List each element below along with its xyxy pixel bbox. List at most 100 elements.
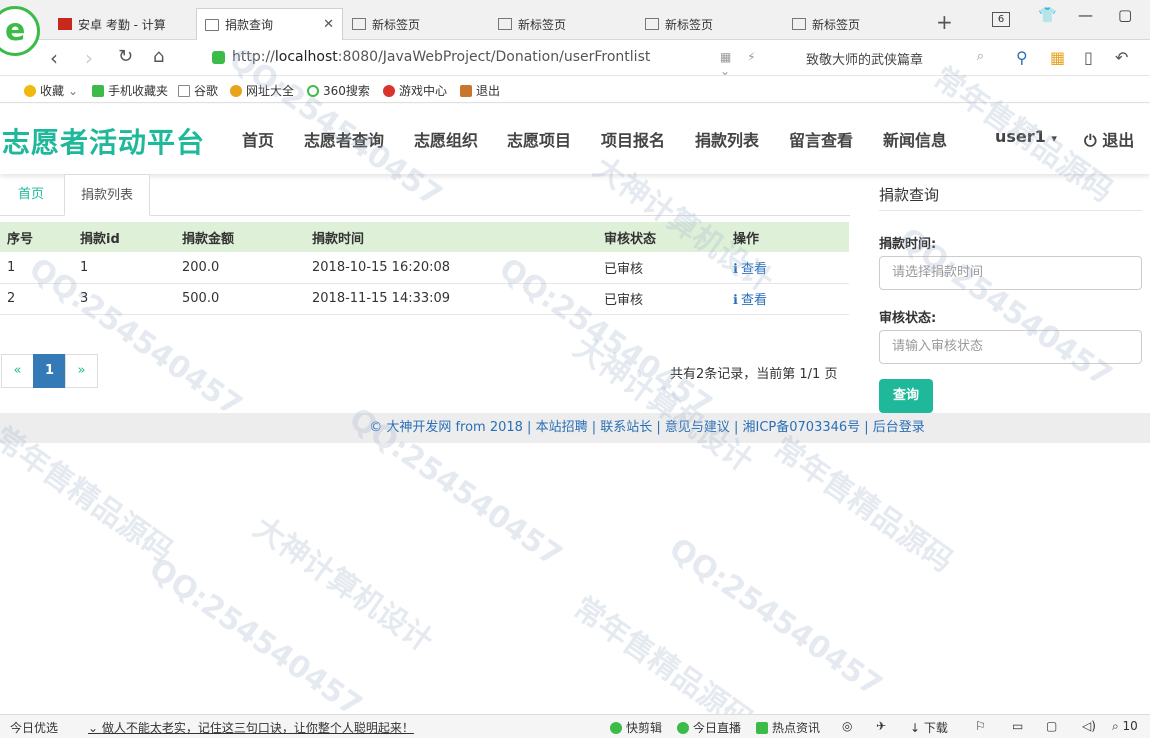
query-button[interactable]: 查询 [879, 379, 933, 413]
tab-count-badge[interactable]: 6 [992, 12, 1010, 27]
caret-down-icon: ▾ [1051, 132, 1057, 145]
browser-tab-6[interactable]: 新标签页 [784, 8, 929, 40]
search-input[interactable]: 致敬大师的武侠篇章 ⌕ [796, 45, 992, 71]
grid-page-icon [792, 18, 806, 30]
apps-icon[interactable]: ▦ [1050, 48, 1065, 67]
bookmark-360search[interactable]: 360搜索 [307, 82, 370, 99]
bookmark-label: 游戏中心 [399, 84, 448, 98]
watermark: 大神计算机设计 [246, 510, 440, 660]
bookmark-games[interactable]: 游戏中心 [383, 82, 447, 99]
bookmark-label: 360搜索 [323, 84, 370, 98]
cell-status: 已审核 [597, 283, 726, 315]
nav-news[interactable]: 新闻信息 [883, 127, 947, 151]
table-header-row: 序号 捐款id 捐款金额 捐款时间 审核状态 操作 [0, 222, 849, 252]
browser-tab-1[interactable]: 安卓 考勤 - 计算 [50, 8, 195, 40]
nav-volunteer-query[interactable]: 志愿者查询 [304, 127, 384, 151]
next-page-button[interactable]: » [65, 354, 98, 388]
grid-page-icon [498, 18, 512, 30]
url-text[interactable]: http://localhost:8080/JavaWebProject/Don… [232, 49, 650, 65]
grid-page-icon [352, 18, 366, 30]
cell-id: 3 [73, 283, 175, 315]
page-1-button[interactable]: 1 [33, 354, 66, 388]
nav-volunteer-project[interactable]: 志愿项目 [507, 127, 571, 151]
tab-home[interactable]: 首页 [2, 174, 60, 216]
status-hotnews[interactable]: 热点资讯 [756, 719, 820, 736]
browser-tab-active[interactable]: 捐款查询 ✕ [196, 8, 343, 40]
status-left[interactable]: 今日优选 [10, 719, 58, 736]
logout-button[interactable]: ⏻ 退出 [1084, 127, 1134, 151]
skin-shirt-icon[interactable]: 👕 [1038, 6, 1057, 24]
col-header: 捐款金额 [175, 222, 305, 252]
site-footer[interactable]: © 大神开发网 from 2018 | 本站招聘 | 联系站长 | 意见与建议 … [0, 413, 1150, 443]
pagination: « 1 » [1, 354, 98, 388]
page-info: 共有2条记录，当前第 1/1 页 [670, 367, 838, 382]
address-bar[interactable]: http://localhost:8080/JavaWebProject/Don… [204, 45, 784, 78]
watermark: QQ:254540457 [142, 551, 369, 724]
site-brand[interactable]: 志愿者活动平台 [2, 121, 205, 161]
minimize-icon[interactable]: — [1078, 6, 1093, 24]
cell-amount: 200.0 [175, 252, 305, 284]
col-header: 操作 [726, 222, 849, 252]
browser-tab-bar: e 安卓 考勤 - 计算 捐款查询 ✕ 新标签页 新标签页 新标签页 新标签页 … [0, 0, 1150, 56]
browser-tab-4[interactable]: 新标签页 [490, 8, 635, 40]
magnifier-icon[interactable]: ⚲ [1016, 48, 1028, 67]
globe-icon[interactable]: ◎ [842, 719, 852, 733]
status-news-link[interactable]: ⌄ 做人不能太老实，记住这三句口诀，让你整个人聪明起来！ [88, 719, 414, 736]
volume-icon[interactable]: ◁) [1082, 719, 1096, 733]
game-icon [383, 84, 395, 97]
view-link[interactable]: ℹ 查看 [726, 252, 849, 284]
nav-home[interactable]: 首页 [242, 127, 274, 151]
audit-status-input[interactable]: 请输入审核状态 [879, 330, 1142, 364]
logout-label: 退出 [1102, 131, 1135, 150]
refresh-icon[interactable]: ↻ [118, 46, 133, 67]
col-header: 捐款id [73, 222, 175, 252]
qr-lightning-icons[interactable]: ▦ ⚡ ⌄ [720, 50, 784, 78]
status-live[interactable]: 今日直播 [677, 719, 741, 736]
screen-icon[interactable]: ▭ [1012, 719, 1023, 733]
bookmark-mobile[interactable]: 手机收藏夹 [92, 82, 168, 99]
tab-donation-list[interactable]: 捐款列表 [64, 174, 151, 216]
nav-donation-list[interactable]: 捐款列表 [695, 127, 759, 151]
watermark: QQ:254540457 [662, 531, 889, 704]
browser-tab-5[interactable]: 新标签页 [637, 8, 782, 40]
status-download[interactable]: ↓ 下载 [910, 719, 948, 736]
user-menu[interactable]: user1 ▾ [995, 127, 1057, 146]
search-icon[interactable]: ⌕ [977, 49, 984, 64]
donation-time-input[interactable]: 请选择捐款时间 [879, 256, 1142, 290]
maximize-icon[interactable]: ▢ [1118, 6, 1132, 24]
donation-table: 序号 捐款id 捐款金额 捐款时间 审核状态 操作 1 1 200.0 2018… [0, 222, 849, 315]
view-link[interactable]: ℹ 查看 [726, 283, 849, 315]
rocket-icon[interactable]: ✈ [876, 719, 886, 733]
back-icon[interactable]: ‹ [50, 46, 58, 70]
cell-time: 2018-11-15 14:33:09 [305, 283, 597, 315]
window-icon[interactable]: ▢ [1046, 719, 1057, 733]
undo-icon[interactable]: ↶ [1115, 48, 1128, 67]
search-input-text: 致敬大师的武侠篇章 [806, 53, 924, 68]
flag-icon[interactable]: ⚐ [975, 719, 986, 733]
bookmark-favorites[interactable]: 收藏 ⌄ [24, 82, 78, 99]
info-icon: ℹ [733, 261, 738, 277]
browser-tab-label: 捐款查询 [225, 18, 274, 32]
site-navbar: 志愿者活动平台 首页 志愿者查询 志愿组织 志愿项目 项目报名 捐款列表 留言查… [0, 104, 1150, 174]
close-tab-icon[interactable]: ✕ [323, 17, 334, 32]
table-row: 2 3 500.0 2018-11-15 14:33:09 已审核 ℹ 查看 [0, 283, 849, 315]
forward-icon[interactable]: › [85, 46, 93, 70]
zoom-control[interactable]: ⌕ 10 [1112, 719, 1138, 734]
browser-tab-3[interactable]: 新标签页 [344, 8, 489, 40]
watermark: 大神计算机设计 [566, 330, 760, 480]
home-icon[interactable]: ⌂ [153, 46, 164, 67]
nav-project-signup[interactable]: 项目报名 [601, 127, 665, 151]
prev-page-button[interactable]: « [1, 354, 34, 388]
nav-messages[interactable]: 留言查看 [789, 127, 853, 151]
url-host: localhost [274, 49, 338, 65]
security-shield-icon [212, 51, 225, 64]
bookmark-sites[interactable]: 网址大全 [230, 82, 294, 99]
bookmark-label: 退出 [476, 84, 501, 98]
sites-icon [230, 84, 242, 97]
status-quickclip[interactable]: 快剪辑 [610, 719, 662, 736]
new-tab-icon[interactable]: + [936, 10, 953, 34]
device-icon[interactable]: ▯ [1084, 48, 1093, 67]
bookmark-exit[interactable]: 退出 [460, 82, 500, 99]
bookmark-google[interactable]: 谷歌 [178, 82, 218, 99]
nav-volunteer-org[interactable]: 志愿组织 [414, 127, 478, 151]
